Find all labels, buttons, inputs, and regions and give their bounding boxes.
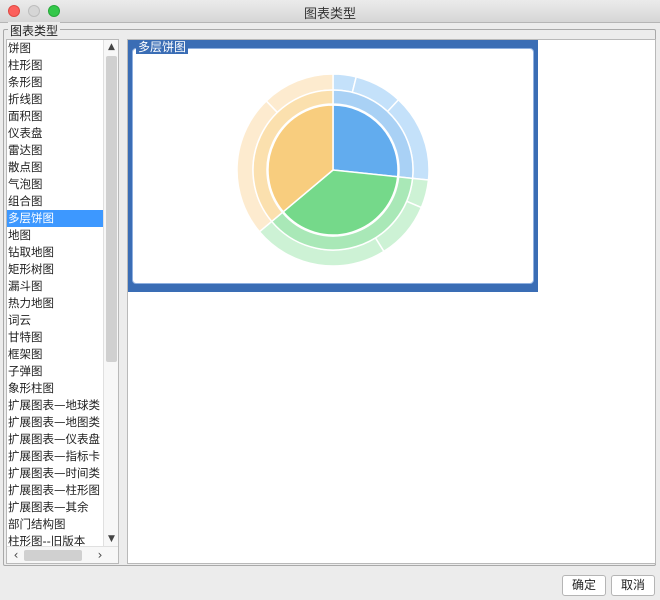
ok-button[interactable]: 确定 (562, 575, 606, 596)
cancel-button[interactable]: 取消 (611, 575, 655, 596)
chart-type-item[interactable]: 框架图 (7, 346, 103, 363)
scroll-down-icon[interactable]: ▼ (104, 532, 118, 546)
chart-type-item[interactable]: 地图 (7, 227, 103, 244)
chart-type-item[interactable]: 象形柱图 (7, 380, 103, 397)
chart-type-item[interactable]: 扩展图表—其余 (7, 499, 103, 516)
chart-type-item[interactable]: 子弹图 (7, 363, 103, 380)
chart-type-item[interactable]: 扩展图表—地图类 (7, 414, 103, 431)
chart-card-frame (132, 48, 534, 284)
vertical-scrollbar[interactable]: ▲ ▼ (103, 40, 118, 546)
chart-type-item[interactable]: 仪表盘 (7, 125, 103, 142)
chart-type-item[interactable]: 部门结构图 (7, 516, 103, 533)
chart-type-item[interactable]: 扩展图表—柱形图 (7, 482, 103, 499)
chart-type-group-label: 图表类型 (8, 22, 61, 39)
horizontal-scrollbar[interactable]: ‹ › (7, 546, 118, 563)
chart-type-item[interactable]: 饼图 (7, 40, 103, 57)
horizontal-scroll-thumb[interactable] (24, 550, 82, 561)
chart-type-item[interactable]: 扩展图表—时间类 (7, 465, 103, 482)
multi-level-pie-chart (236, 73, 430, 267)
chart-type-item[interactable]: 气泡图 (7, 176, 103, 193)
title-bar: 图表类型 (0, 0, 660, 23)
scroll-left-icon[interactable]: ‹ (9, 547, 23, 563)
chart-type-item[interactable]: 漏斗图 (7, 278, 103, 295)
chart-type-item[interactable]: 面积图 (7, 108, 103, 125)
chart-card-label: 多层饼图 (136, 40, 189, 54)
chart-type-item[interactable]: 词云 (7, 312, 103, 329)
chart-type-item[interactable]: 散点图 (7, 159, 103, 176)
chart-type-item[interactable]: 热力地图 (7, 295, 103, 312)
scroll-up-icon[interactable]: ▲ (104, 40, 118, 54)
chart-type-list-items: 饼图 柱形图 条形图 折线图 面积图 仪表盘 雷达图 散点图 气泡图 组合图 多层饼图 地图 钻取地图矩… (7, 40, 103, 550)
chart-type-item[interactable]: 条形图 (7, 74, 103, 91)
chart-type-item[interactable]: 甘特图 (7, 329, 103, 346)
multi-level-pie-card[interactable]: 多层饼图 (128, 40, 538, 292)
window-title: 图表类型 (303, 7, 356, 22)
chart-type-item[interactable]: 折线图 (7, 91, 103, 108)
chart-type-item[interactable]: 组合图 (7, 193, 103, 210)
scroll-right-icon[interactable]: › (93, 547, 107, 563)
chart-type-item[interactable]: 扩展图表—地球类 (7, 397, 103, 414)
chart-type-item[interactable]: 雷达图 (7, 142, 103, 159)
chart-type-item[interactable]: 多层饼图 (7, 210, 103, 227)
chart-type-list: 饼图 柱形图 条形图 折线图 面积图 仪表盘 雷达图 散点图 气泡图 组合图 多层饼图 地图 钻取地图矩… (6, 39, 119, 564)
chart-type-item[interactable]: 钻取地图 (7, 244, 103, 261)
vertical-scroll-thumb[interactable] (106, 56, 117, 362)
chart-type-item[interactable]: 扩展图表—指标卡 (7, 448, 103, 465)
chart-type-item[interactable]: 矩形树图 (7, 261, 103, 278)
chart-type-item[interactable]: 扩展图表—仪表盘 (7, 431, 103, 448)
chart-type-item[interactable]: 柱形图 (7, 57, 103, 74)
